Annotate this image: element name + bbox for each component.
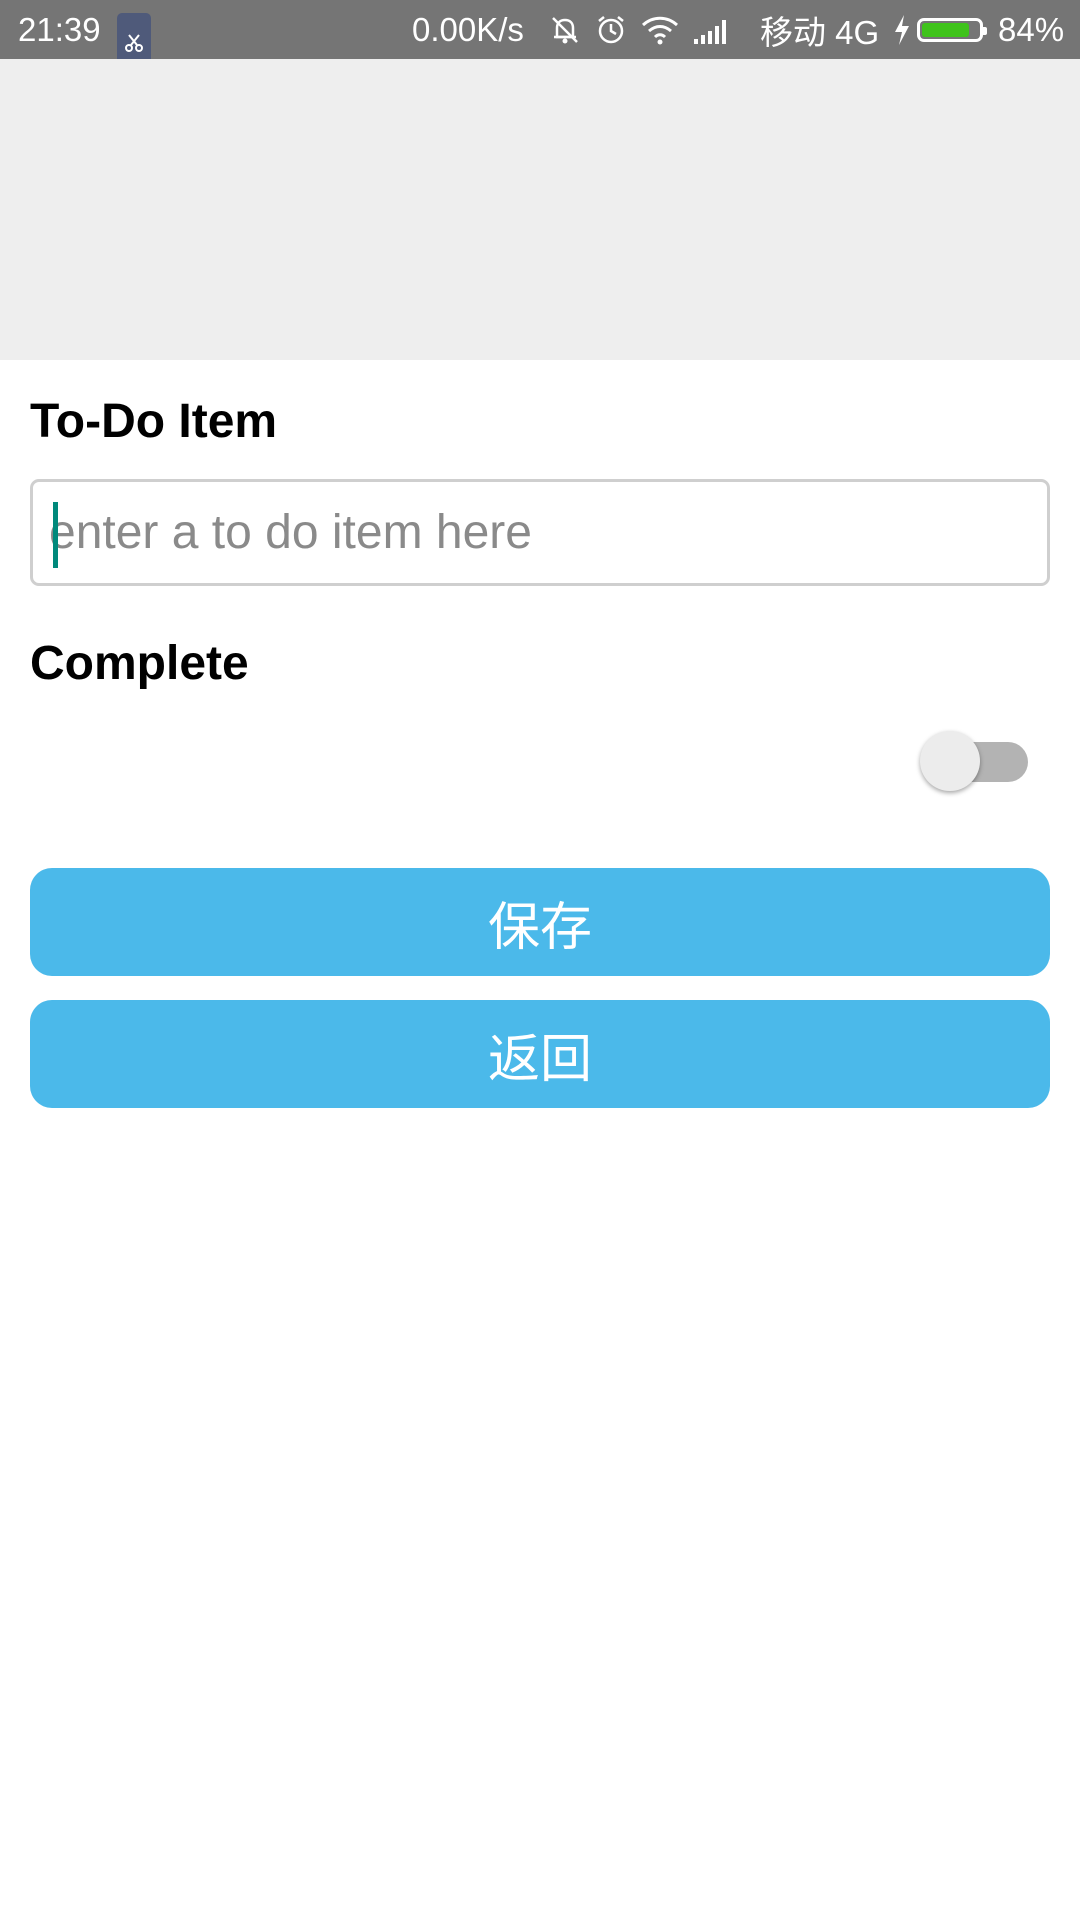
- wifi-icon: [641, 16, 679, 44]
- battery-percent: 84%: [998, 10, 1065, 48]
- scissors-glyph: [125, 33, 143, 52]
- battery-outline: [917, 17, 987, 42]
- signal-bars-icon: [694, 19, 726, 44]
- toggle-thumb: [920, 731, 980, 791]
- todo-item-field[interactable]: [30, 479, 1050, 586]
- todo-item-input[interactable]: [49, 482, 1039, 583]
- complete-toggle[interactable]: [918, 729, 1034, 795]
- status-time: 21:39: [18, 10, 101, 48]
- charging-bolt-glyph: [895, 14, 909, 45]
- battery-level-fill: [922, 22, 970, 37]
- battery-icon: [917, 0, 987, 59]
- complete-label: Complete: [30, 637, 249, 690]
- status-icons: [548, 0, 732, 59]
- save-button[interactable]: 保存: [30, 868, 1050, 976]
- text-cursor: [53, 502, 58, 568]
- status-bar: 21:39 0.00K/s 移动 4G 84%: [0, 0, 1080, 72]
- mute-bell-icon: [552, 16, 578, 43]
- network-speed: 0.00K/s: [412, 10, 524, 48]
- back-button[interactable]: 返回: [30, 1000, 1050, 1108]
- header-area: [0, 59, 1080, 360]
- todo-item-label: To-Do Item: [30, 395, 278, 448]
- charging-bolt-icon: [892, 0, 912, 59]
- carrier-label: 移动 4G: [760, 13, 880, 51]
- alarm-icon: [598, 15, 624, 43]
